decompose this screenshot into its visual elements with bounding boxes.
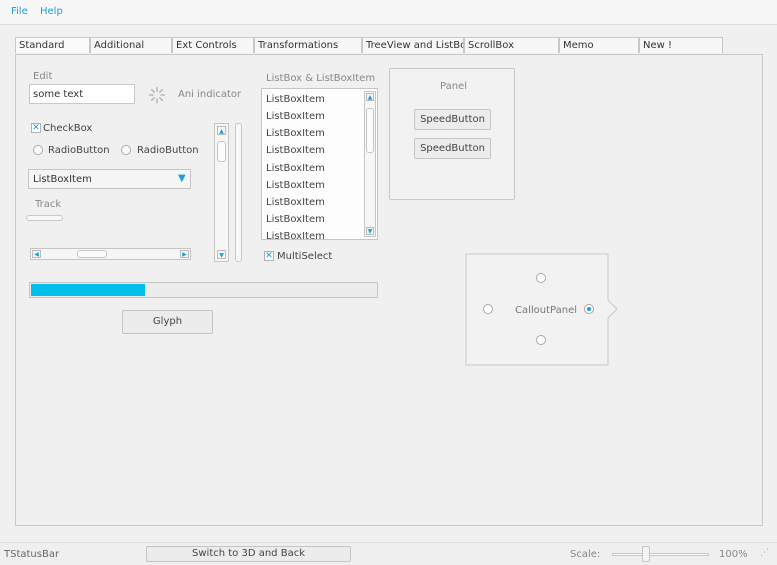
callout-radio-bottom[interactable] xyxy=(536,335,546,345)
list-item[interactable]: ListBoxItem xyxy=(266,145,325,156)
spinner-icon xyxy=(148,86,166,104)
progress-fill xyxy=(31,284,145,296)
status-bar-label: TStatusBar xyxy=(4,549,60,560)
callout-radio-left[interactable] xyxy=(483,304,493,314)
callout-radio-right[interactable] xyxy=(584,304,594,314)
radio-button-2-label: RadioButton xyxy=(137,145,199,156)
menu-file[interactable]: File xyxy=(11,6,28,17)
speed-button-2[interactable]: SpeedButton xyxy=(414,138,491,159)
listbox-scrollbar[interactable]: ▲ ▼ xyxy=(364,91,376,237)
horizontal-scroll-thumb[interactable] xyxy=(77,250,107,258)
radio-button-1-label: RadioButton xyxy=(48,145,110,156)
speed-button-1[interactable]: SpeedButton xyxy=(414,109,491,130)
vertical-scrollbar[interactable]: ▲ ▼ xyxy=(214,123,229,262)
scroll-left-icon[interactable]: ◀ xyxy=(32,250,41,258)
callout-panel-label: CalloutPanel xyxy=(515,305,578,316)
list-item[interactable]: ListBoxItem xyxy=(266,163,325,174)
tab-additional[interactable]: Additional xyxy=(90,37,172,53)
edit-field[interactable] xyxy=(29,84,135,104)
listbox-caption: ListBox & ListBoxItem xyxy=(266,73,376,84)
horizontal-scrollbar[interactable]: ◀ ▶ xyxy=(30,248,191,260)
tab-ext-controls[interactable]: Ext Controls xyxy=(172,37,254,53)
tab-scrollbox[interactable]: ScrollBox xyxy=(464,37,559,53)
listbox-combo[interactable]: ListBoxItem ▼ xyxy=(28,169,191,189)
tab-treeview-listbox[interactable]: TreeView and ListBox xyxy=(362,37,464,53)
scroll-right-icon[interactable]: ▶ xyxy=(180,250,189,258)
list-item[interactable]: ListBoxItem xyxy=(266,180,325,191)
resize-grip-icon[interactable]: ⋰ xyxy=(760,548,769,558)
list-item[interactable]: ListBoxItem xyxy=(266,231,325,239)
menu-help[interactable]: Help xyxy=(40,6,63,17)
glyph-button[interactable]: Glyph xyxy=(122,310,213,334)
tab-transformations[interactable]: Transformations xyxy=(254,37,362,53)
tab-standard[interactable]: Standard xyxy=(15,37,90,53)
scroll-up-icon[interactable]: ▲ xyxy=(366,93,374,101)
panel: Panel SpeedButton SpeedButton xyxy=(389,68,515,200)
list-item[interactable]: ListBoxItem xyxy=(266,111,325,122)
checkbox-box[interactable]: ✕ xyxy=(31,123,41,133)
track-label: Track xyxy=(35,199,62,210)
callout-radio-top[interactable] xyxy=(536,273,546,283)
listbox[interactable]: ListBoxItem ListBoxItem ListBoxItem List… xyxy=(261,88,378,240)
listbox-items: ListBoxItem ListBoxItem ListBoxItem List… xyxy=(262,89,362,239)
vertical-scroll-thumb[interactable] xyxy=(217,141,226,162)
list-item[interactable]: ListBoxItem xyxy=(266,214,325,225)
checkbox-label: CheckBox xyxy=(43,123,93,134)
listbox-scroll-thumb[interactable] xyxy=(366,108,374,153)
list-item[interactable]: ListBoxItem xyxy=(266,128,325,139)
chevron-down-icon: ▼ xyxy=(178,173,186,184)
multiselect-checkbox[interactable]: ✕ xyxy=(264,251,274,261)
status-bar: TStatusBar Switch to 3D and Back Scale: … xyxy=(0,542,777,565)
scale-value: 100% xyxy=(719,549,748,560)
scroll-down-icon[interactable]: ▼ xyxy=(217,250,226,259)
scale-label: Scale: xyxy=(570,549,601,560)
vertical-track[interactable] xyxy=(235,123,242,262)
track-control[interactable] xyxy=(26,215,63,221)
tab-new[interactable]: New ! xyxy=(639,37,723,53)
progress-bar xyxy=(29,282,378,298)
switch-3d-button[interactable]: Switch to 3D and Back xyxy=(146,546,351,562)
radio-button-1[interactable] xyxy=(33,145,43,155)
edit-label: Edit xyxy=(33,71,53,82)
panel-title: Panel xyxy=(440,81,467,92)
scale-slider-track[interactable] xyxy=(612,553,709,556)
ani-indicator-label: Ani indicator xyxy=(178,89,242,100)
multiselect-label: MultiSelect xyxy=(277,251,333,262)
list-item[interactable]: ListBoxItem xyxy=(266,94,325,105)
radio-button-2[interactable] xyxy=(121,145,131,155)
scale-slider-thumb[interactable] xyxy=(642,546,650,562)
combo-selected-text: ListBoxItem xyxy=(33,174,92,185)
tab-memo[interactable]: Memo xyxy=(559,37,639,53)
menu-bar: File Help xyxy=(0,0,777,25)
tab-strip: Standard Additional Ext Controls Transfo… xyxy=(15,37,723,54)
list-item[interactable]: ListBoxItem xyxy=(266,197,325,208)
scroll-down-icon[interactable]: ▼ xyxy=(366,227,374,235)
scroll-up-icon[interactable]: ▲ xyxy=(217,126,226,135)
